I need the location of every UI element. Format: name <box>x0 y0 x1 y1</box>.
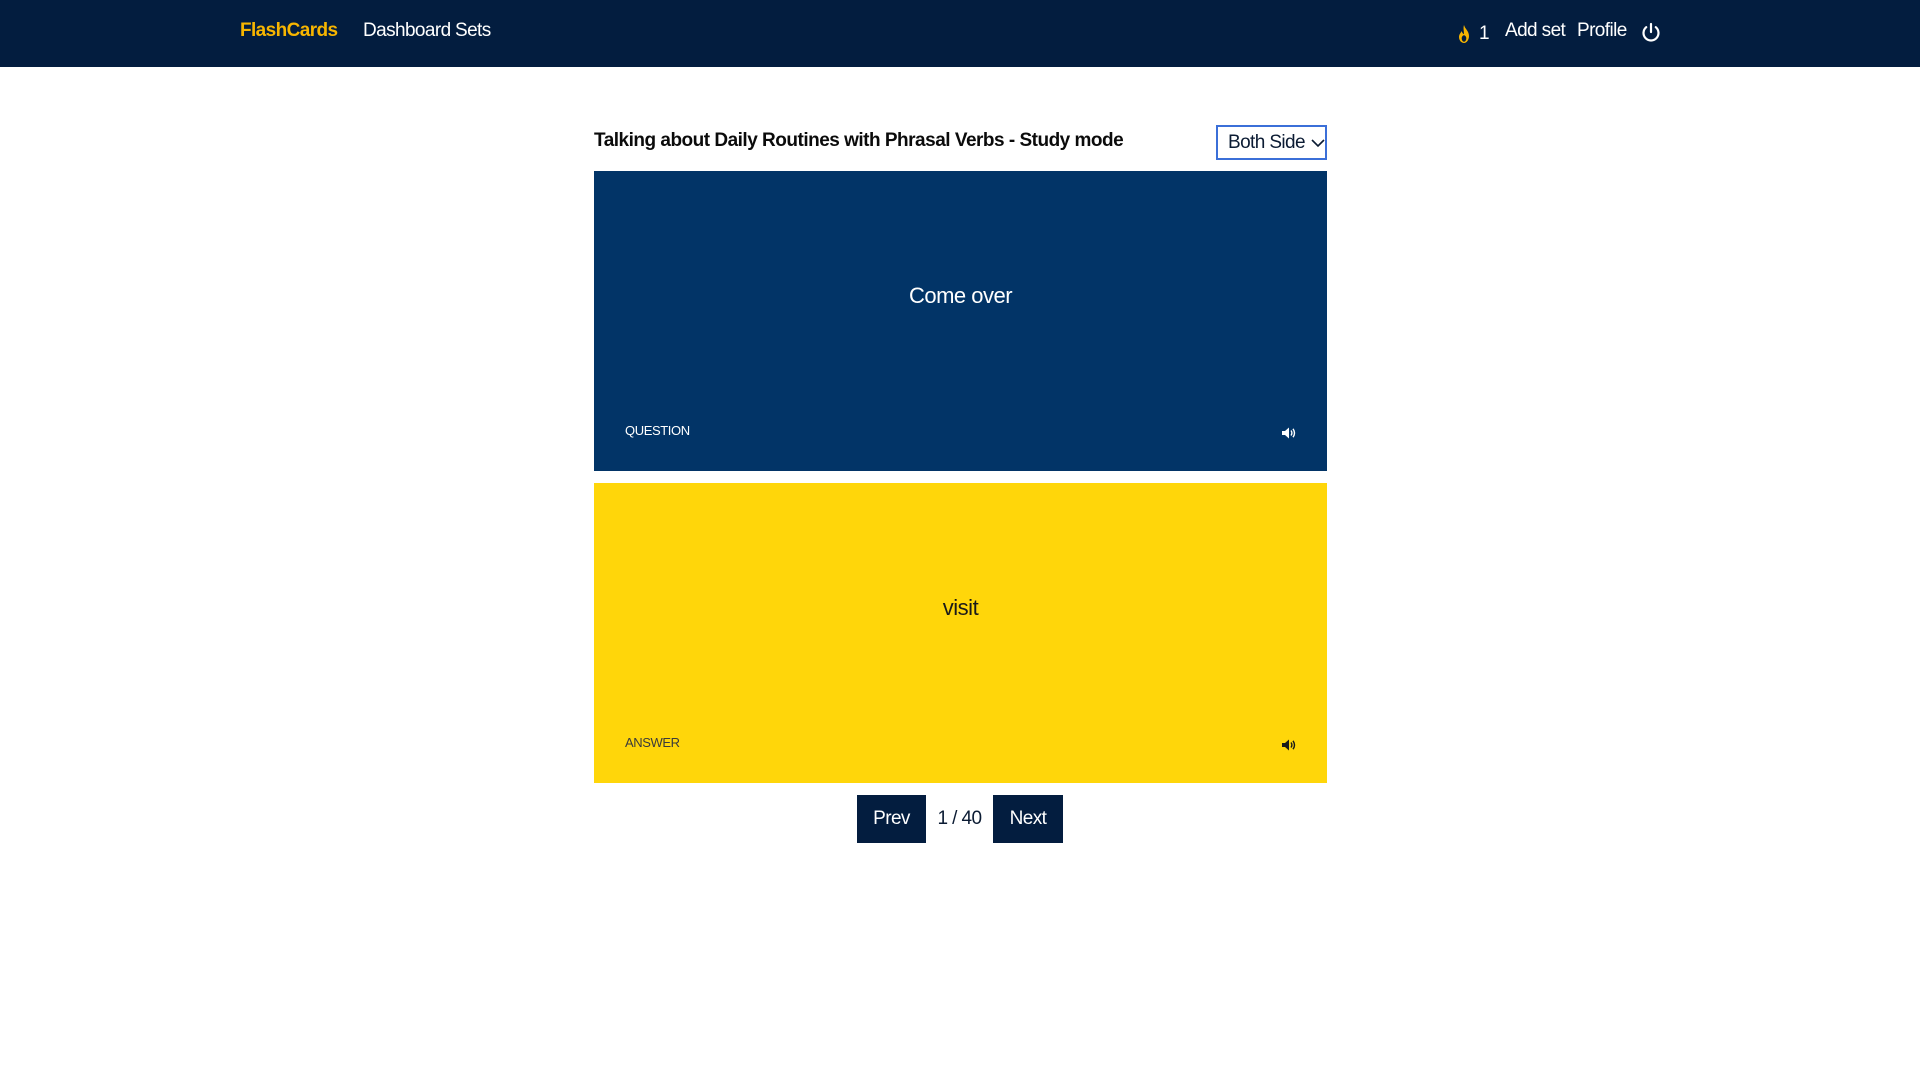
answer-side-label: ANSWER <box>625 735 680 750</box>
add-set-link[interactable]: Add set <box>1505 20 1566 42</box>
answer-text: visit <box>942 595 979 620</box>
next-button[interactable]: Next <box>993 795 1063 843</box>
question-text: Come over <box>908 283 1013 308</box>
streak-indicator: 1 <box>1455 20 1490 47</box>
streak-count: 1 <box>1479 22 1490 44</box>
brand-logo-link[interactable]: FlashCards <box>240 20 338 42</box>
nav-dashboard-link[interactable]: Dashboard <box>363 20 451 42</box>
study-set-title: Talking about Daily Routines with Phrasa… <box>594 130 1124 151</box>
speaker-icon[interactable] <box>1281 738 1297 752</box>
page-counter: 1 / 40 <box>937 808 983 829</box>
speaker-icon[interactable] <box>1281 426 1297 440</box>
question-side-label: QUESTION <box>625 423 690 438</box>
profile-link[interactable]: Profile <box>1577 20 1627 42</box>
answer-card[interactable]: visit ANSWER <box>594 483 1327 783</box>
nav-sets-link[interactable]: Sets <box>455 20 491 42</box>
chevron-down-icon <box>1311 138 1325 147</box>
power-icon[interactable] <box>1640 22 1662 44</box>
question-card[interactable]: Come over QUESTION <box>594 171 1327 471</box>
card-side-select-value: Both Side <box>1228 131 1306 153</box>
card-side-select[interactable]: Both Side <box>1216 125 1327 160</box>
top-navbar: FlashCards Dashboard Sets 1 Add set Prof… <box>0 0 1920 67</box>
flame-icon <box>1459 24 1469 43</box>
prev-button[interactable]: Prev <box>857 795 926 843</box>
